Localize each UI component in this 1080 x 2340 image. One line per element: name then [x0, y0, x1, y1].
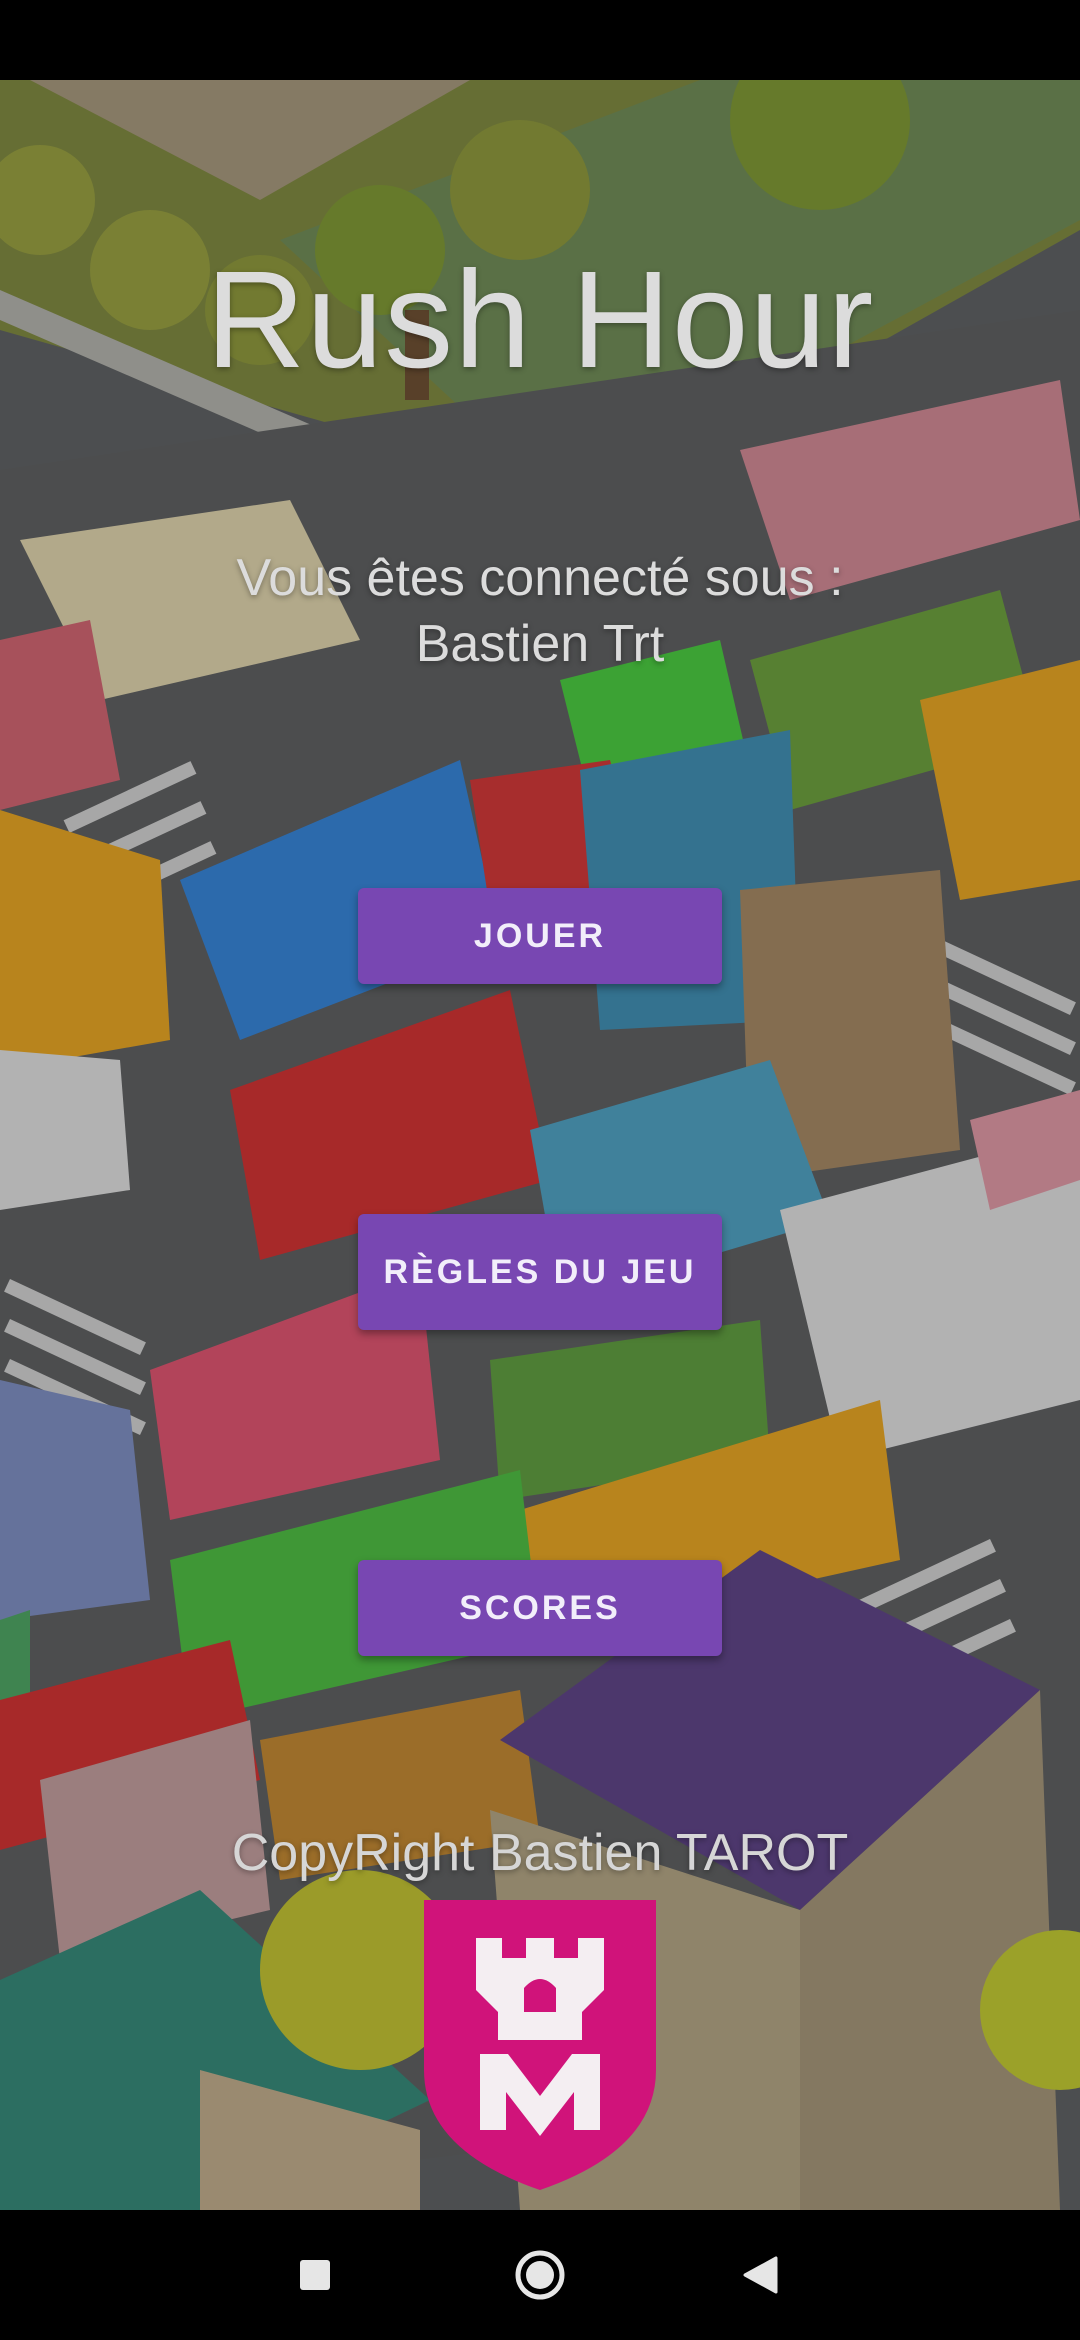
copyright-text: CopyRight Bastien TAROT — [231, 1824, 849, 1882]
phone-screen: Rush Hour Vous êtes connecté sous : Bast… — [0, 0, 1080, 2340]
nav-back-button[interactable] — [725, 2240, 795, 2310]
nav-recents-button[interactable] — [280, 2240, 350, 2310]
status-bar — [0, 0, 1080, 80]
login-status-text: Vous êtes connecté sous : Bastien Trt — [0, 545, 1080, 677]
login-status-label: Vous êtes connecté sous : — [236, 549, 844, 607]
triangle-back-icon — [743, 2256, 778, 2294]
app-title: Rush Hour — [205, 243, 875, 397]
play-button[interactable]: JOUER — [358, 888, 722, 984]
tower-m-logo-icon — [424, 1900, 656, 2190]
game-rules-button[interactable]: RÈGLES DU JEU — [358, 1214, 722, 1330]
nav-home-button[interactable] — [505, 2240, 575, 2310]
circle-icon — [515, 2250, 565, 2300]
logged-in-username: Bastien Trt — [415, 615, 665, 673]
scores-button[interactable]: SCORES — [358, 1560, 722, 1656]
square-icon — [300, 2260, 330, 2290]
main-menu-screen: Rush Hour Vous êtes connecté sous : Bast… — [0, 80, 1080, 2210]
system-navigation-bar — [0, 2210, 1080, 2340]
